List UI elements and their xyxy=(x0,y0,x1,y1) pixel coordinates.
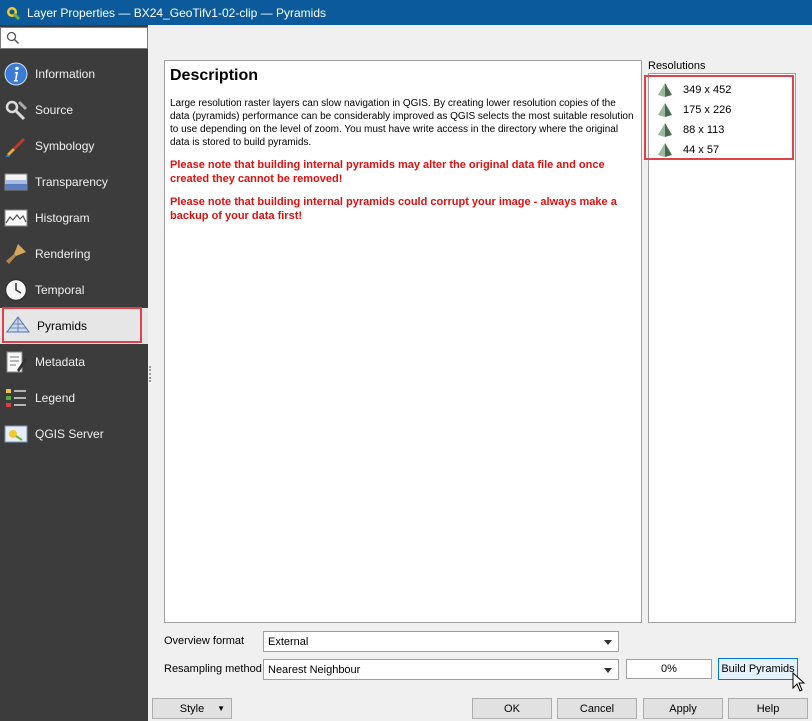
search-icon xyxy=(6,31,20,45)
resampling-method-value: Nearest Neighbour xyxy=(268,663,361,676)
sidebar-item-label: Source xyxy=(35,103,74,117)
resampling-method-select[interactable]: Nearest Neighbour xyxy=(263,659,619,680)
sidebar-item-label: Metadata xyxy=(35,355,86,369)
qgis-logo-icon xyxy=(7,6,20,20)
sidebar-item-label: Temporal xyxy=(35,283,85,297)
sidebar-item-label: Histogram xyxy=(35,211,90,225)
metadata-icon xyxy=(6,351,27,373)
description-body: Large resolution raster layers can slow … xyxy=(170,98,634,148)
resolution-item[interactable]: 88 x 113 xyxy=(657,120,724,140)
chevron-down-icon xyxy=(604,668,612,673)
sidebar-item-label: Information xyxy=(35,67,96,81)
sidebar-item-temporal[interactable]: Temporal xyxy=(0,272,148,308)
sidebar-item-information[interactable]: Information xyxy=(0,56,148,92)
ok-button-label: OK xyxy=(504,702,520,715)
sidebar-item-qgis-server[interactable]: QGIS Server xyxy=(0,416,148,452)
sidebar-item-legend[interactable]: Legend xyxy=(0,380,148,416)
description-panel: Description Large resolution raster laye… xyxy=(164,60,642,623)
histogram-icon xyxy=(4,209,28,227)
source-wrench-icon xyxy=(5,100,28,121)
sidebar-search-input[interactable] xyxy=(0,27,148,49)
cancel-button-label: Cancel xyxy=(579,702,615,715)
build-pyramids-button[interactable]: Build Pyramids xyxy=(718,658,798,680)
warning-corrupt-image: Please note that building internal pyram… xyxy=(170,196,617,222)
information-icon xyxy=(4,62,28,86)
style-button[interactable]: Style ▼ xyxy=(152,698,232,719)
cancel-button[interactable]: Cancel xyxy=(557,698,637,719)
build-progress-bar: 0% xyxy=(626,659,712,679)
apply-button-label: Apply xyxy=(669,702,697,715)
window-title: Layer Properties — BX24_GeoTifv1-02-clip… xyxy=(27,5,327,20)
resolution-item[interactable]: 175 x 226 xyxy=(657,100,731,120)
resolution-label: 44 x 57 xyxy=(683,144,720,156)
chevron-down-icon: ▼ xyxy=(217,704,225,713)
pyramid-level-icon xyxy=(658,143,672,157)
overview-format-value: External xyxy=(268,635,309,648)
resolution-label: 175 x 226 xyxy=(683,104,732,116)
sidebar-item-label: Pyramids xyxy=(37,319,88,333)
resolution-item[interactable]: 44 x 57 xyxy=(657,140,719,160)
sidebar: Information Source Symbology Transparenc… xyxy=(0,25,148,721)
mouse-cursor-icon xyxy=(792,672,806,692)
temporal-clock-icon xyxy=(4,278,28,302)
sidebar-item-symbology[interactable]: Symbology xyxy=(0,128,148,164)
overview-format-select[interactable]: External xyxy=(263,631,619,652)
pyramids-icon xyxy=(6,316,30,333)
progress-text: 0% xyxy=(661,663,677,675)
sidebar-item-rendering[interactable]: Rendering xyxy=(0,236,148,272)
sidebar-item-label: Transparency xyxy=(35,175,108,189)
resolutions-label: Resolutions xyxy=(648,60,706,72)
apply-button[interactable]: Apply xyxy=(643,698,723,719)
help-button-label: Help xyxy=(756,702,780,715)
style-button-label: Style xyxy=(179,702,205,715)
resolution-label: 349 x 452 xyxy=(683,84,732,96)
symbology-paintbrush-icon xyxy=(6,138,25,157)
sidebar-item-metadata[interactable]: Metadata xyxy=(0,344,148,380)
help-button[interactable]: Help xyxy=(728,698,808,719)
chevron-down-icon xyxy=(604,640,612,645)
legend-icon xyxy=(6,389,26,407)
sidebar-item-label: Legend xyxy=(35,391,76,405)
resolution-label: 88 x 113 xyxy=(683,124,725,136)
warning-alter-data: Please note that building internal pyram… xyxy=(170,159,605,185)
resampling-method-label: Resampling method xyxy=(164,663,262,675)
sidebar-item-label: Rendering xyxy=(35,247,91,261)
resolutions-list[interactable]: 349 x 452 175 x 226 88 x 113 44 x 57 xyxy=(648,73,796,623)
title-bar: Layer Properties — BX24_GeoTifv1-02-clip… xyxy=(0,0,812,25)
qgis-server-icon xyxy=(4,425,28,443)
sidebar-item-pyramids[interactable]: Pyramids xyxy=(0,308,148,344)
pyramid-level-icon xyxy=(658,103,672,117)
resolution-item[interactable]: 349 x 452 xyxy=(657,80,731,100)
sidebar-item-transparency[interactable]: Transparency xyxy=(0,164,148,200)
overview-format-label: Overview format xyxy=(164,635,245,647)
rendering-brush-icon xyxy=(6,244,26,264)
build-pyramids-label: Build Pyramids xyxy=(721,663,795,675)
transparency-icon xyxy=(4,173,28,191)
description-heading: Description xyxy=(170,67,259,84)
sidebar-item-histogram[interactable]: Histogram xyxy=(0,200,148,236)
pyramid-level-icon xyxy=(658,123,672,137)
sidebar-item-label: Symbology xyxy=(35,139,95,153)
splitter-handle[interactable] xyxy=(149,366,151,382)
sidebar-item-source[interactable]: Source xyxy=(0,92,148,128)
pyramid-level-icon xyxy=(658,83,672,97)
sidebar-item-label: QGIS Server xyxy=(35,427,104,441)
ok-button[interactable]: OK xyxy=(472,698,552,719)
